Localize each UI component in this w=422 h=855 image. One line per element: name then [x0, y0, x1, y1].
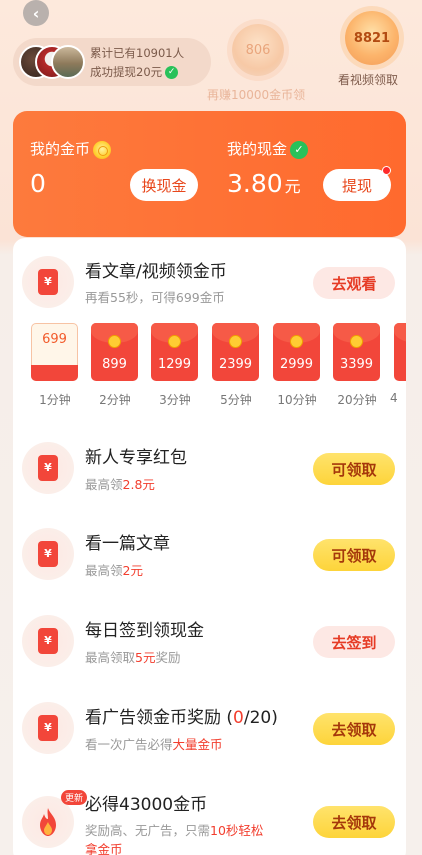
task-title: 看广告领金币奖励 (0/20)	[85, 708, 278, 728]
red-packet-icon: ¥	[22, 256, 74, 308]
fire-icon: 更新	[22, 790, 88, 848]
red-packet-icon: ¥	[22, 615, 74, 667]
envelope-amount: 3399	[339, 357, 374, 372]
back-button[interactable]: ‹	[23, 0, 49, 26]
coin-seal-icon	[108, 335, 121, 348]
bubble-locked-value: 806	[245, 42, 271, 58]
envelope-amount: 899	[102, 357, 127, 372]
envelope-time-label: 1分钟	[39, 393, 71, 407]
envelope-2min[interactable]: 899	[91, 323, 138, 381]
envelope-time-label: 2分钟	[99, 393, 131, 407]
envelope-3min[interactable]: 1299	[151, 323, 198, 381]
task-subtitle: 看一次广告必得大量金币	[85, 737, 223, 752]
task-subtitle-line2: 拿金币	[85, 842, 123, 855]
task-title: 每日签到领现金	[85, 621, 204, 641]
bubble-claimable-value: 8821	[353, 30, 391, 46]
envelope-10min[interactable]: 2999	[273, 323, 320, 381]
check-icon: ✓	[290, 140, 309, 159]
task-list: ¥ 看文章/视频领金币 再看55秒，可得699金币 去观看 699 899 12…	[13, 238, 406, 855]
bubble-claimable-caption[interactable]: 看视频领取	[338, 71, 398, 88]
task-title: 看文章/视频领金币	[85, 262, 227, 282]
cash-label: 我的现金 ✓	[227, 138, 309, 159]
envelope-time-label: 5分钟	[220, 393, 252, 407]
task-title: 看一篇文章	[85, 534, 170, 554]
claim-newbie-button[interactable]: 可领取	[313, 453, 395, 485]
notification-dot	[382, 166, 391, 175]
envelope-amount: 699	[42, 332, 67, 347]
new-badge: 更新	[61, 790, 88, 805]
claim-bonus-button[interactable]: 去领取	[313, 806, 395, 838]
coin-bubble-claimable[interactable]: 8821	[345, 11, 399, 65]
envelope-time-label: 10分钟	[277, 393, 317, 407]
bubble-locked-caption: 再赚10000金币领	[207, 88, 306, 102]
red-packet-icon: ¥	[22, 702, 74, 754]
checkin-button[interactable]: 去签到	[313, 626, 395, 658]
envelope-time-label: 20分钟	[337, 393, 377, 407]
coin-seal-icon	[290, 335, 303, 348]
withdraw-button[interactable]: 提现	[323, 169, 391, 201]
wallet-card: 我的金币 0 换现金 我的现金 ✓ 3.80 元 提现	[13, 111, 406, 237]
envelope-amount: 2999	[279, 357, 314, 372]
notice-count-text: 累计已有10901人	[90, 46, 185, 60]
exchange-cash-button[interactable]: 换现金	[130, 169, 198, 201]
withdraw-notice: 累计已有10901人 成功提现20元 ✓	[13, 38, 211, 86]
envelope-5min[interactable]: 2399	[212, 323, 259, 381]
envelope-amount: 2399	[218, 357, 253, 372]
red-packet-icon: ¥	[22, 442, 74, 494]
task-subtitle: 最高领取5元奖励	[85, 650, 181, 665]
task-subtitle: 再看55秒，可得699金币	[85, 290, 225, 305]
watch-button[interactable]: 去观看	[313, 267, 395, 299]
avatar	[51, 45, 85, 79]
coin-label: 我的金币	[30, 138, 112, 159]
coin-seal-icon	[168, 335, 181, 348]
claim-article-button[interactable]: 可领取	[313, 539, 395, 571]
claim-ads-button[interactable]: 去领取	[313, 713, 395, 745]
coin-icon	[93, 140, 112, 159]
chevron-left-icon: ‹	[32, 3, 40, 23]
coin-balance: 0	[30, 169, 46, 198]
task-subtitle: 最高领2元	[85, 563, 143, 578]
red-packet-icon: ¥	[22, 528, 74, 580]
check-icon: ✓	[165, 66, 179, 79]
cash-balance: 3.80 元	[227, 169, 301, 198]
task-title: 必得43000金币	[85, 795, 208, 815]
envelope-amount: 1299	[157, 357, 192, 372]
coin-seal-icon	[229, 335, 242, 348]
envelope-time-label: 3分钟	[159, 393, 191, 407]
task-subtitle: 最高领2.8元	[85, 477, 155, 492]
envelope-20min[interactable]: 3399	[333, 323, 380, 381]
notice-withdraw-text: 成功提现20元 ✓	[90, 64, 179, 80]
envelope-time-label: 4	[390, 391, 398, 405]
envelope-next[interactable]	[394, 323, 406, 381]
task-title: 新人专享红包	[85, 448, 187, 468]
envelope-timeline: 699 899 1299 2399 2999 3399 1分钟 2分钟 3分钟	[13, 323, 406, 413]
task-subtitle: 奖励高、无广告，只需10秒轻松	[85, 823, 264, 838]
coin-seal-icon	[350, 335, 363, 348]
envelope-1min[interactable]: 699	[31, 323, 78, 381]
coin-bubble-locked: 806	[232, 24, 284, 76]
